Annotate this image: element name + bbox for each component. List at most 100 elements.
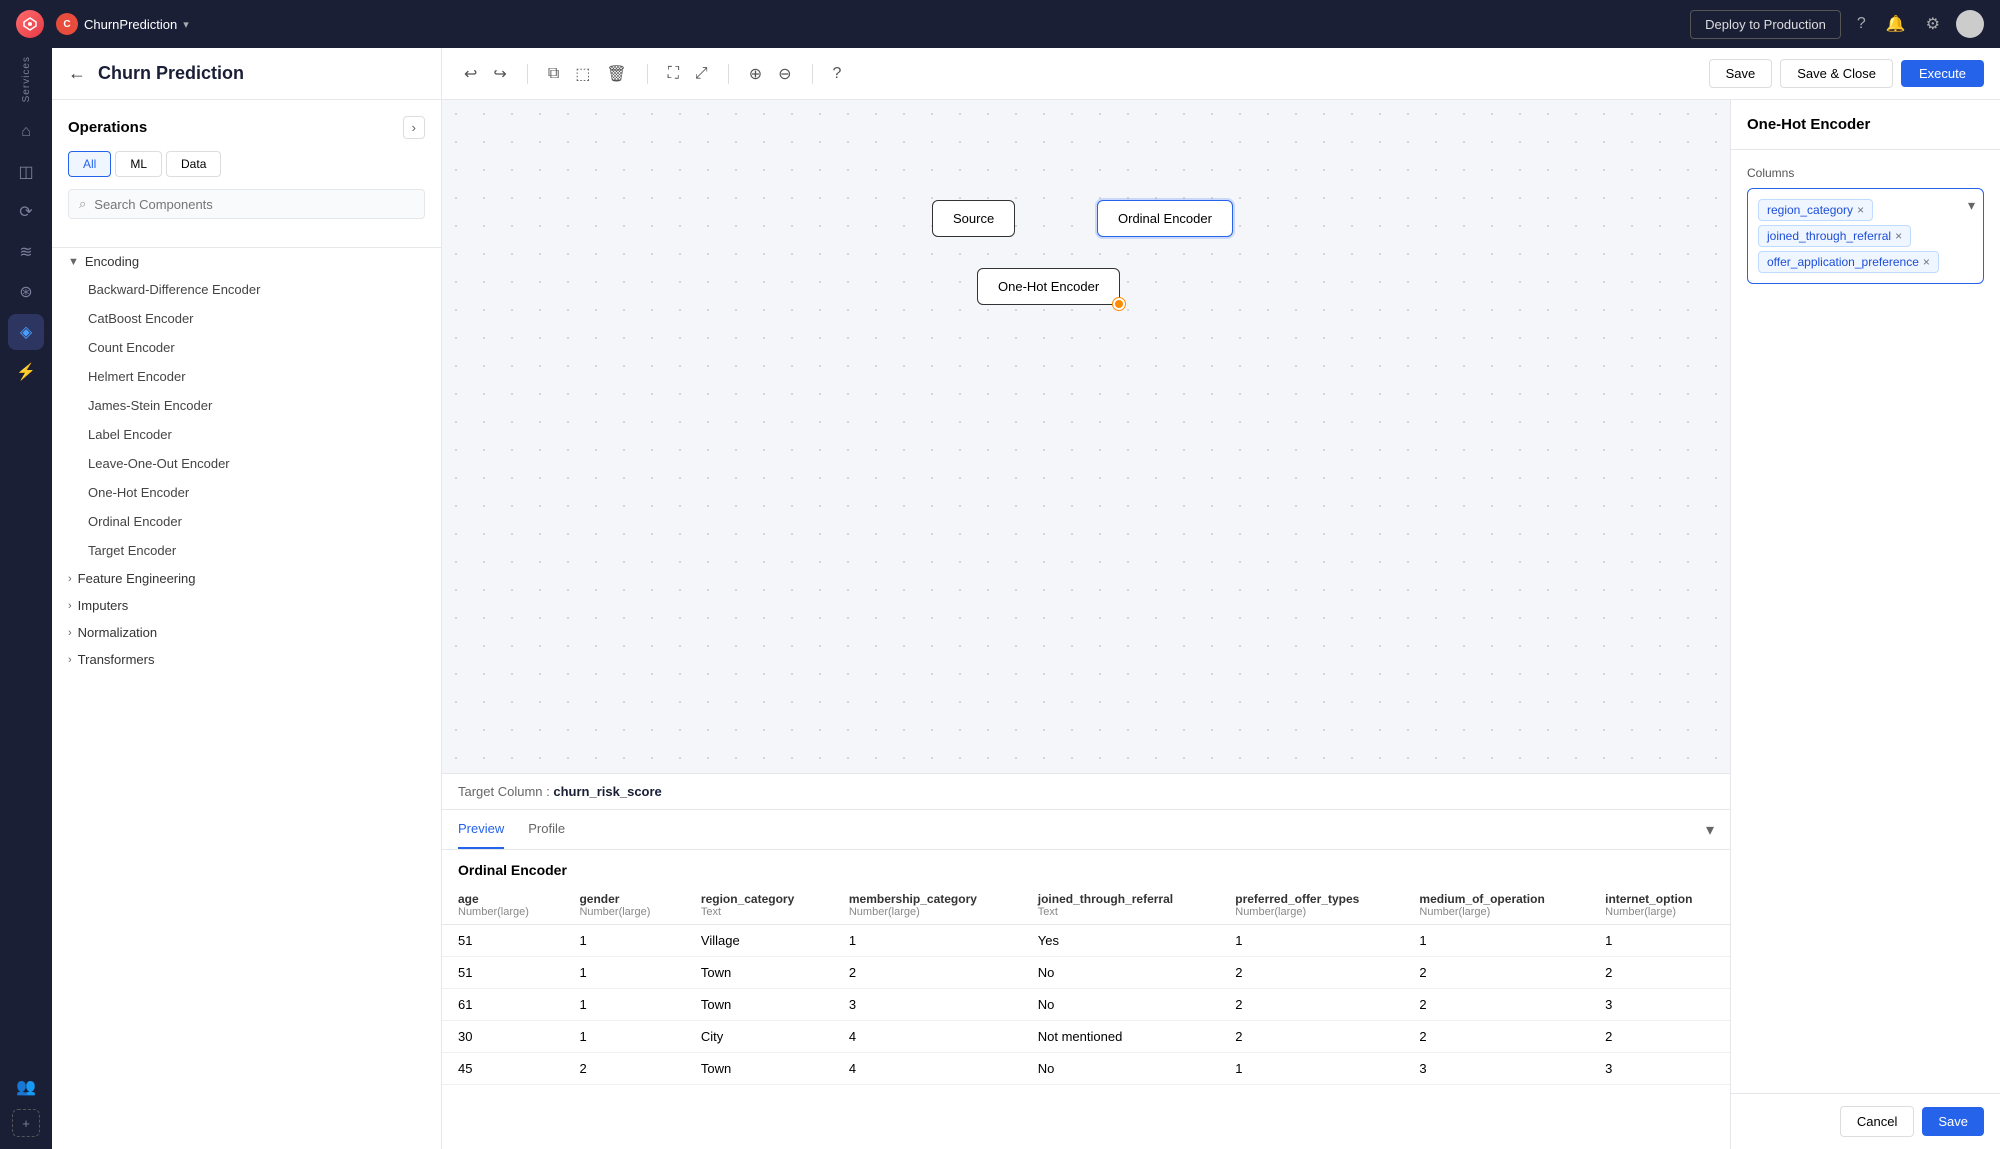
column-tag[interactable]: joined_through_referral × bbox=[1758, 225, 1911, 247]
undo-button[interactable]: ↩ bbox=[458, 60, 483, 88]
table-row: 611Town3No223 bbox=[442, 989, 1730, 1021]
execute-button[interactable]: Execute bbox=[1901, 60, 1984, 87]
table-cell: 51 bbox=[442, 957, 563, 989]
table-cell: 2 bbox=[1219, 957, 1403, 989]
filter-tab-data[interactable]: Data bbox=[166, 151, 221, 177]
category-transformers[interactable]: › Transformers bbox=[52, 646, 441, 673]
col-header-gender: gender Number(large) bbox=[563, 886, 684, 925]
node-one-hot-encoder-label: One-Hot Encoder bbox=[998, 279, 1099, 294]
save-right-button[interactable]: Save bbox=[1922, 1107, 1984, 1136]
filter-tab-ml[interactable]: ML bbox=[115, 151, 162, 177]
item-helmert-encoder[interactable]: Helmert Encoder bbox=[52, 362, 441, 391]
deploy-to-production-button[interactable]: Deploy to Production bbox=[1690, 10, 1841, 39]
table-cell: Yes bbox=[1022, 925, 1220, 957]
cancel-button[interactable]: Cancel bbox=[1840, 1106, 1914, 1137]
feature-engineering-label: Feature Engineering bbox=[78, 571, 196, 586]
column-tag-label: joined_through_referral bbox=[1767, 229, 1891, 243]
settings-icon[interactable]: ⚙ bbox=[1922, 10, 1944, 38]
redo-button[interactable]: ↪ bbox=[487, 60, 512, 88]
node-source[interactable]: Source bbox=[932, 200, 1015, 237]
category-encoding[interactable]: ▼ Encoding bbox=[52, 248, 441, 275]
services-icon-home[interactable]: ⌂ bbox=[8, 114, 44, 150]
category-feature-engineering[interactable]: › Feature Engineering bbox=[52, 565, 441, 592]
remove-column-icon[interactable]: × bbox=[1923, 255, 1930, 269]
column-tag[interactable]: region_category× bbox=[1758, 199, 1873, 221]
item-leave-one-out-encoder[interactable]: Leave-One-Out Encoder bbox=[52, 449, 441, 478]
target-label: Target Column : bbox=[458, 784, 550, 799]
services-bar: Services ⌂ ◫ ⟳ ≋ ⊛ ◈ ⚡ 👥 + bbox=[0, 48, 52, 1149]
services-label: Services bbox=[21, 56, 32, 102]
save-close-button[interactable]: Save & Close bbox=[1780, 59, 1893, 88]
save-button[interactable]: Save bbox=[1709, 59, 1773, 88]
table-cell: 1 bbox=[563, 957, 684, 989]
panel-dropdown-icon[interactable]: ▾ bbox=[1706, 820, 1714, 840]
services-icon-layers[interactable]: ⟳ bbox=[8, 194, 44, 230]
remove-column-icon[interactable]: × bbox=[1857, 203, 1864, 217]
table-cell: 45 bbox=[442, 1053, 563, 1085]
zoom-out-button[interactable]: ⊖ bbox=[772, 60, 797, 88]
expand-button[interactable]: ⤢ bbox=[689, 61, 714, 87]
pipeline-canvas[interactable]: Source Ordinal Encoder One-Hot Encoder T… bbox=[442, 100, 1730, 809]
columns-select[interactable]: ▾ region_category×joined_through_referra… bbox=[1747, 188, 1984, 284]
tab-preview[interactable]: Preview bbox=[458, 810, 504, 849]
node-ordinal-encoder[interactable]: Ordinal Encoder bbox=[1097, 200, 1233, 237]
item-ordinal-encoder[interactable]: Ordinal Encoder bbox=[52, 507, 441, 536]
item-catboost-encoder[interactable]: CatBoost Encoder bbox=[52, 304, 441, 333]
target-column-bar: Target Column : churn_risk_score bbox=[442, 773, 1730, 809]
node-one-hot-encoder[interactable]: One-Hot Encoder bbox=[977, 268, 1120, 305]
table-cell: 1 bbox=[1403, 925, 1589, 957]
notifications-icon[interactable]: 🔔 bbox=[1882, 10, 1910, 38]
encoding-label: Encoding bbox=[85, 254, 139, 269]
tab-profile[interactable]: Profile bbox=[528, 810, 565, 849]
item-james-stein-encoder[interactable]: James-Stein Encoder bbox=[52, 391, 441, 420]
transformers-label: Transformers bbox=[78, 652, 155, 667]
table-cell: 2 bbox=[833, 957, 1022, 989]
delete-button[interactable]: 🗑 bbox=[600, 60, 632, 88]
imputers-label: Imputers bbox=[78, 598, 129, 613]
encoding-chevron-icon: ▼ bbox=[68, 256, 79, 268]
project-chevron-icon: ▾ bbox=[183, 18, 189, 31]
table-cell: Village bbox=[685, 925, 833, 957]
table-cell: 3 bbox=[833, 989, 1022, 1021]
node-ordinal-encoder-label: Ordinal Encoder bbox=[1118, 211, 1212, 226]
remove-column-icon[interactable]: × bbox=[1895, 229, 1902, 243]
filter-tab-all[interactable]: All bbox=[68, 151, 111, 177]
item-one-hot-encoder[interactable]: One-Hot Encoder bbox=[52, 478, 441, 507]
services-icon-pipeline[interactable]: ◈ bbox=[8, 314, 44, 350]
item-target-encoder[interactable]: Target Encoder bbox=[52, 536, 441, 565]
services-add-button[interactable]: + bbox=[12, 1109, 40, 1137]
encoder-table-title: Ordinal Encoder bbox=[442, 850, 1730, 886]
project-selector[interactable]: C ChurnPrediction ▾ bbox=[56, 13, 189, 35]
services-icon-db[interactable]: ◫ bbox=[8, 154, 44, 190]
category-normalization[interactable]: › Normalization bbox=[52, 619, 441, 646]
category-imputers[interactable]: › Imputers bbox=[52, 592, 441, 619]
search-input[interactable] bbox=[94, 197, 414, 212]
paste-button[interactable]: ⬚ bbox=[569, 60, 596, 88]
pipeline-title: Churn Prediction bbox=[98, 63, 425, 84]
copy-button[interactable]: ⧉ bbox=[542, 61, 565, 87]
zoom-in-button[interactable]: ⊕ bbox=[743, 60, 768, 88]
services-icon-people[interactable]: 👥 bbox=[8, 1069, 44, 1105]
table-cell: 2 bbox=[1403, 957, 1589, 989]
item-backward-difference-encoder[interactable]: Backward-Difference Encoder bbox=[52, 275, 441, 304]
collapse-panel-button[interactable]: › bbox=[403, 116, 425, 139]
item-label-encoder[interactable]: Label Encoder bbox=[52, 420, 441, 449]
normalization-chevron-icon: › bbox=[68, 627, 72, 639]
item-count-encoder[interactable]: Count Encoder bbox=[52, 333, 441, 362]
fit-view-button[interactable]: ⛶ bbox=[662, 61, 685, 87]
services-icon-chart[interactable]: ≋ bbox=[8, 234, 44, 270]
user-avatar[interactable] bbox=[1956, 10, 1984, 38]
help-icon[interactable]: ? bbox=[1853, 11, 1870, 37]
services-icon-rocket[interactable]: ⚡ bbox=[8, 354, 44, 390]
table-cell: 61 bbox=[442, 989, 563, 1021]
services-icon-graph[interactable]: ⊛ bbox=[8, 274, 44, 310]
right-panel-footer: Cancel Save bbox=[1731, 1093, 2000, 1149]
column-tag[interactable]: offer_application_preference× bbox=[1758, 251, 1939, 273]
table-container: Ordinal Encoder age Number(large) gender… bbox=[442, 850, 1730, 1149]
transformers-chevron-icon: › bbox=[68, 654, 72, 666]
back-button[interactable]: ← bbox=[68, 63, 86, 84]
center-right: ↩ ↪ ⧉ ⬚ 🗑 ⛶ ⤢ ⊕ ⊖ ? Save Save & C bbox=[442, 48, 2000, 1149]
col-header-medium-of-operation: medium_of_operation Number(large) bbox=[1403, 886, 1589, 925]
col-header-age: age Number(large) bbox=[442, 886, 563, 925]
pipeline-help-button[interactable]: ? bbox=[827, 61, 848, 87]
